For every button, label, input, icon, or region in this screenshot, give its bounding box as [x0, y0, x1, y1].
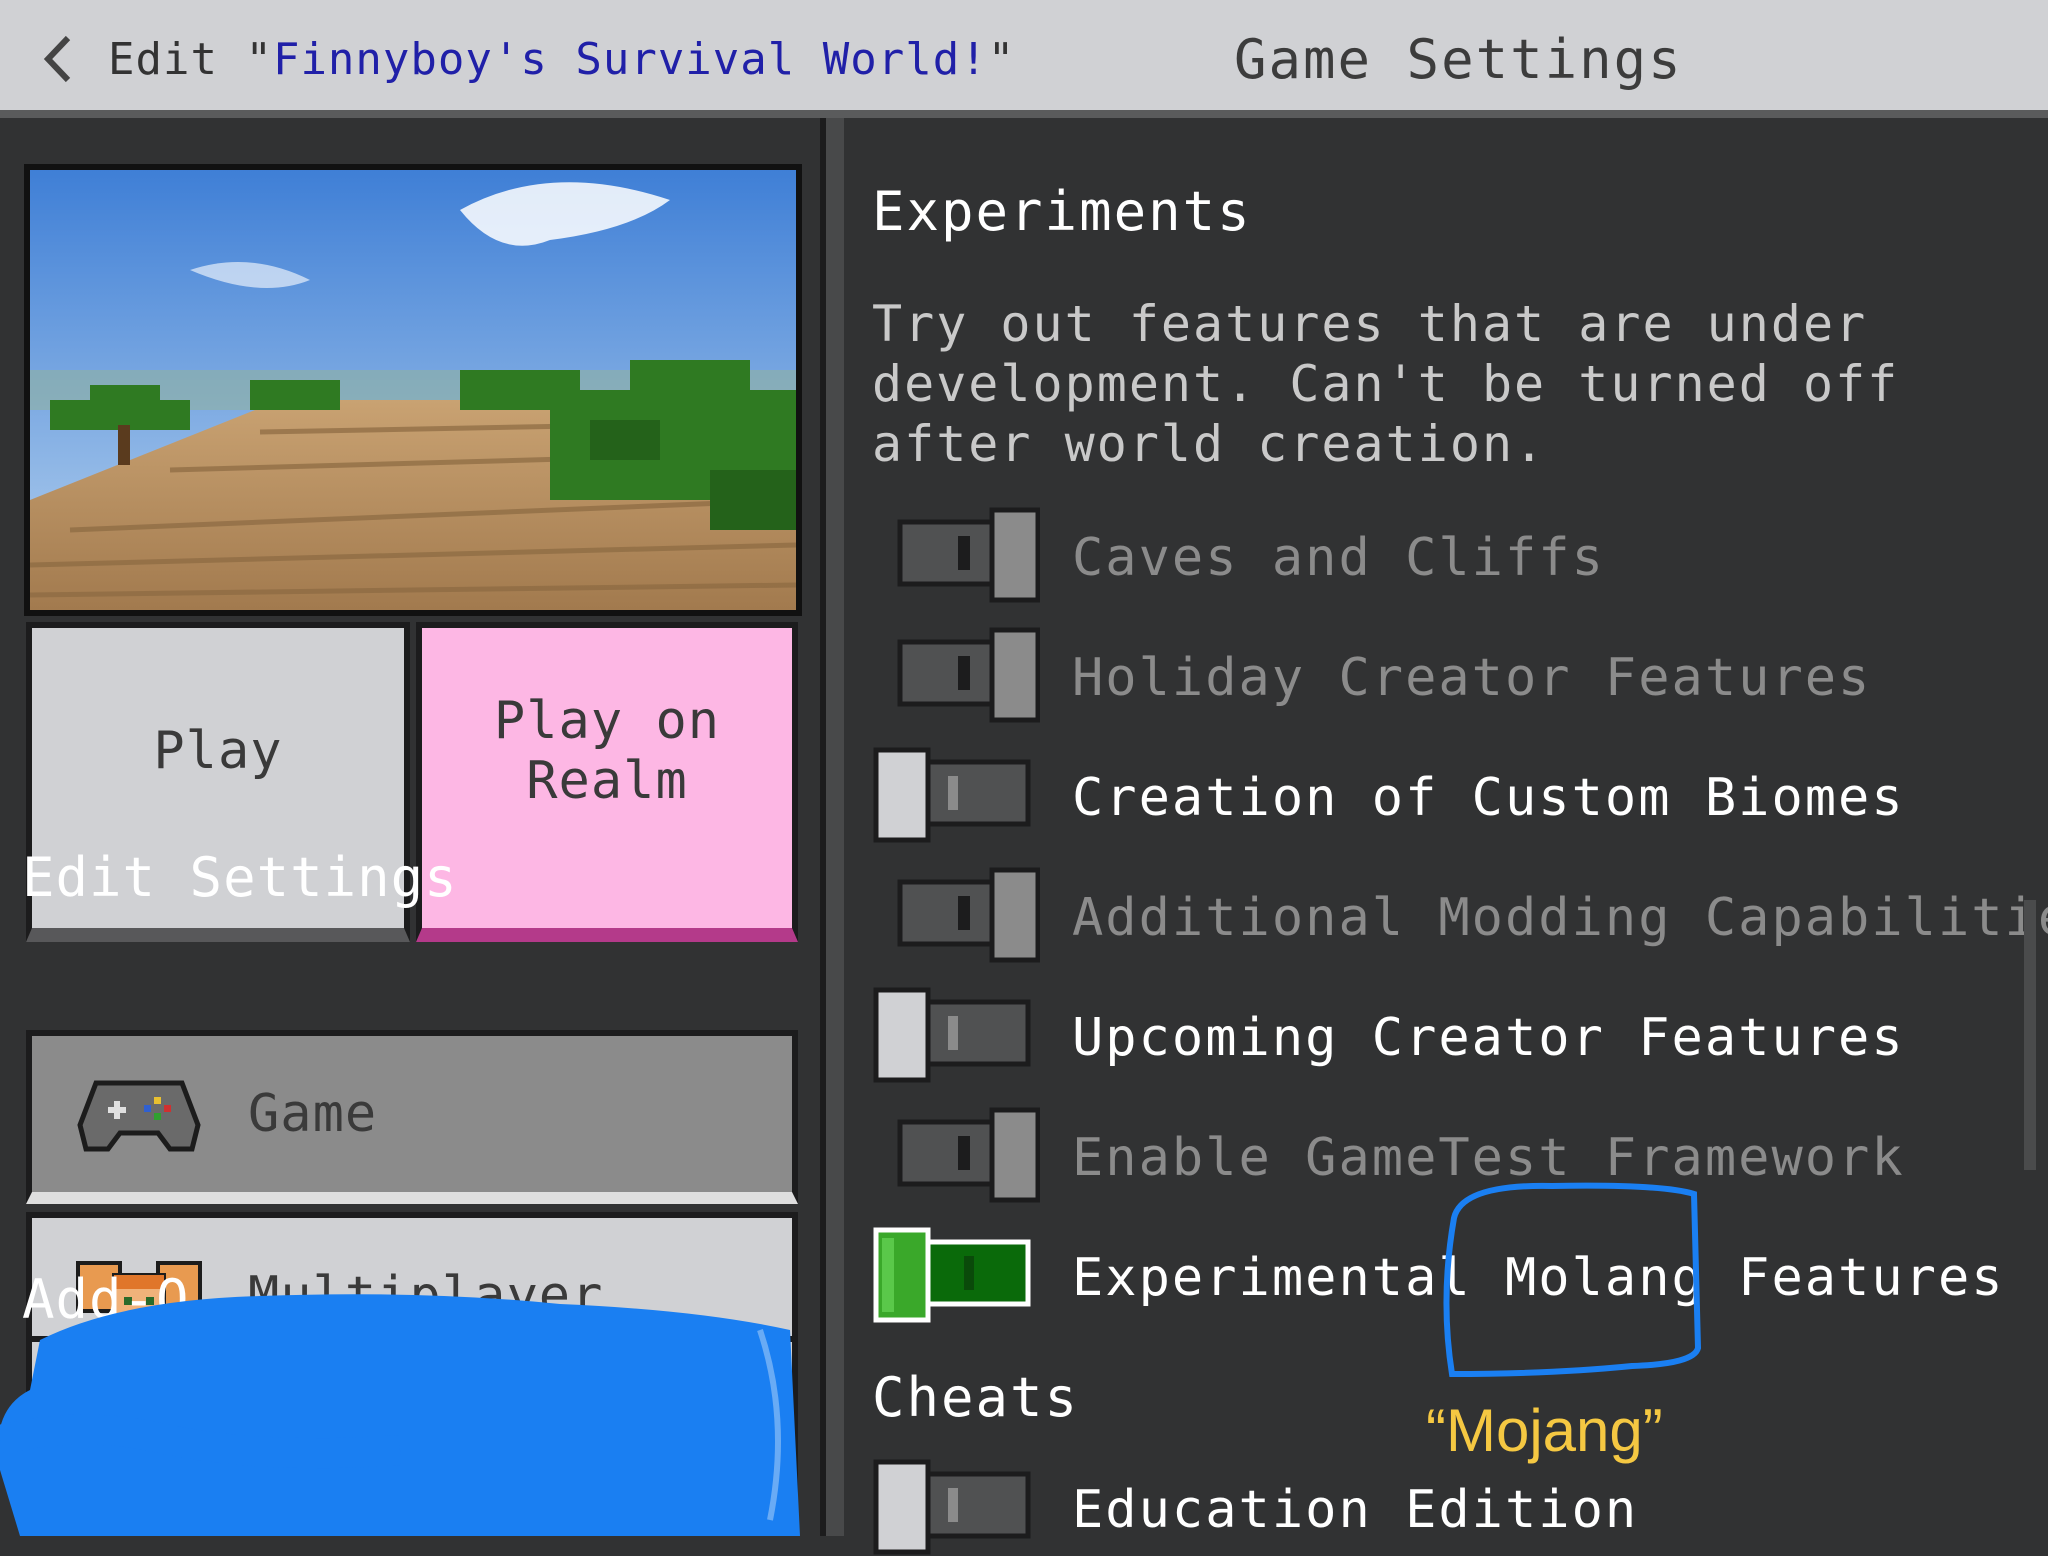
- toggle-row-additional-modding: Additional Modding Capabilities: [872, 866, 2048, 964]
- panel-divider: [826, 118, 844, 1536]
- toggle-label: Education Edition: [1072, 1480, 1639, 1540]
- toggle-holiday-creator-features[interactable]: [872, 626, 1040, 724]
- annotation-text: “Mojang”: [1426, 1397, 1663, 1464]
- edit-world-title: Edit "Finnyboy's Survival World!": [108, 34, 1015, 85]
- world-name: Finnyboy's Survival World!: [272, 34, 988, 85]
- toggle-label: Additional Modding Capabilities: [1072, 888, 2048, 948]
- toggle-additional-modding-capabilities[interactable]: [872, 866, 1040, 964]
- experiments-description: Try out features that are under developm…: [872, 295, 1900, 473]
- toggle-switch-icon: [873, 1227, 1031, 1323]
- toggle-switch-icon: [897, 1107, 1040, 1203]
- toggle-caves-and-cliffs[interactable]: [872, 506, 1040, 604]
- realm-label-line1: Play on: [493, 691, 721, 751]
- toggle-label: Caves and Cliffs: [1072, 528, 1605, 588]
- toggle-label: Upcoming Creator Features: [1072, 1008, 1905, 1068]
- cheats-heading: Cheats: [872, 1366, 1080, 1429]
- nav-item-game[interactable]: Game: [26, 1030, 798, 1204]
- toggle-experimental-molang-features[interactable]: [872, 1226, 1040, 1324]
- page-title: Game Settings: [1234, 28, 1683, 91]
- toggle-switch-icon: [873, 1459, 1031, 1555]
- edit-settings-heading: Edit Settings: [22, 846, 458, 909]
- toggle-row-education-edition: Education Edition: [872, 1458, 2012, 1556]
- back-button[interactable]: [30, 26, 90, 92]
- experiments-heading: Experiments: [872, 180, 1252, 243]
- chevron-left-icon: [43, 35, 71, 83]
- toggle-education-edition[interactable]: [872, 1458, 1040, 1556]
- toggle-label: Creation of Custom Biomes: [1072, 768, 1905, 828]
- scrollbar[interactable]: [2024, 900, 2036, 1170]
- toggle-switch-icon: [897, 627, 1040, 723]
- redaction-scribble: [0, 1294, 800, 1536]
- toggle-row-caves-and-cliffs: Caves and Cliffs: [872, 506, 2012, 604]
- play-button-label: Play: [153, 721, 283, 781]
- toggle-switch-icon: [873, 987, 1031, 1083]
- toggle-creation-of-custom-biomes[interactable]: [872, 746, 1040, 844]
- toggle-label: Holiday Creator Features: [1072, 648, 1872, 708]
- annotation-circle: [1443, 1182, 1702, 1378]
- top-bar: Edit "Finnyboy's Survival World!" Game S…: [0, 0, 2048, 118]
- toggle-row-custom-biomes: Creation of Custom Biomes: [872, 746, 2012, 844]
- toggle-upcoming-creator-features[interactable]: [872, 986, 1040, 1084]
- edit-prefix: Edit ": [108, 34, 273, 85]
- toggle-switch-icon: [897, 507, 1040, 603]
- controller-icon: [77, 1080, 201, 1152]
- toggle-switch-icon: [897, 867, 1040, 963]
- toggle-row-holiday-creator-features: Holiday Creator Features: [872, 626, 2012, 724]
- play-on-realm-button[interactable]: Play on Realm: [416, 622, 798, 942]
- toggle-enable-gametest-framework[interactable]: [872, 1106, 1040, 1204]
- edit-suffix: ": [987, 34, 1016, 85]
- play-on-realm-label: Play on Realm: [494, 691, 720, 811]
- realm-label-line2: Realm: [526, 751, 688, 811]
- toggle-switch-icon: [873, 747, 1031, 843]
- nav-item-game-label: Game: [248, 1084, 378, 1144]
- world-preview-image: [24, 164, 802, 616]
- toggle-row-upcoming-creator-features: Upcoming Creator Features: [872, 986, 2012, 1084]
